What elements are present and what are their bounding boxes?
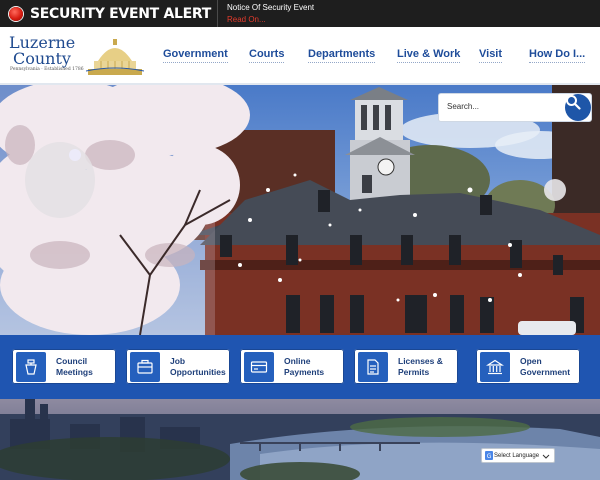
credit-card-icon — [244, 351, 274, 382]
security-alert-bar: SECURITY EVENT ALERT Notice Of Security … — [0, 0, 600, 27]
quick-link-label: Job Opportunities — [170, 355, 226, 377]
nav-visit[interactable]: Visit — [479, 48, 502, 63]
quick-link-job-opportunities[interactable]: Job Opportunities — [126, 349, 230, 384]
quick-link-label: Council Meetings — [56, 355, 93, 377]
alert-notice-text: Notice Of Security Event — [226, 2, 315, 12]
quick-links-band: Council Meetings Job Opportunities Onlin… — [0, 335, 600, 399]
quick-link-label: Licenses & Permits — [398, 355, 443, 377]
nav-courts[interactable]: Courts — [249, 48, 284, 63]
briefcase-icon — [130, 351, 160, 382]
chevron-down-icon — [542, 454, 550, 459]
logo-line2: County — [13, 49, 71, 68]
nav-government[interactable]: Government — [163, 48, 228, 63]
search-button[interactable] — [565, 94, 591, 121]
alert-read-more-link[interactable]: Read On... — [227, 14, 314, 26]
quick-link-licenses-permits[interactable]: Licenses & Permits — [354, 349, 458, 384]
nav-live-work[interactable]: Live & Work — [397, 48, 460, 63]
hero-image — [0, 85, 600, 335]
logo-tagline: Pennsylvania · Established 1786 — [10, 67, 84, 72]
language-select[interactable]: G Select Language — [481, 448, 555, 463]
quick-link-label: Online Payments — [284, 355, 325, 377]
hero-photo-train-station — [0, 85, 600, 335]
svg-text:G: G — [487, 453, 492, 460]
document-icon — [358, 351, 388, 382]
alert-indicator-icon — [9, 6, 23, 21]
logo-wordmark: Luzerne County — [9, 35, 75, 67]
nav-how-do-i[interactable]: How Do I... — [529, 48, 585, 63]
nav-departments[interactable]: Departments — [308, 48, 375, 63]
courthouse-dome-icon — [86, 39, 144, 75]
government-building-icon — [480, 351, 510, 382]
google-translate-icon: G — [485, 451, 493, 460]
language-select-label: Select Language — [494, 452, 540, 459]
search-input[interactable] — [447, 102, 559, 111]
city-panorama-image — [0, 399, 600, 480]
quick-link-open-government[interactable]: Open Government — [476, 349, 580, 384]
county-logo[interactable]: Luzerne County Pennsylvania · Establishe… — [6, 35, 144, 77]
podium-icon — [16, 351, 46, 382]
search-icon — [566, 95, 581, 110]
alert-title: SECURITY EVENT ALERT — [30, 5, 211, 22]
quick-link-council-meetings[interactable]: Council Meetings — [12, 349, 116, 384]
city-photo — [0, 399, 600, 480]
alert-notice: Notice Of Security Event Read On... — [227, 2, 314, 26]
quick-link-online-payments[interactable]: Online Payments — [240, 349, 344, 384]
quick-link-label: Open Government — [520, 355, 571, 377]
alert-divider — [216, 0, 218, 27]
site-header: Luzerne County Pennsylvania · Establishe… — [0, 27, 600, 85]
